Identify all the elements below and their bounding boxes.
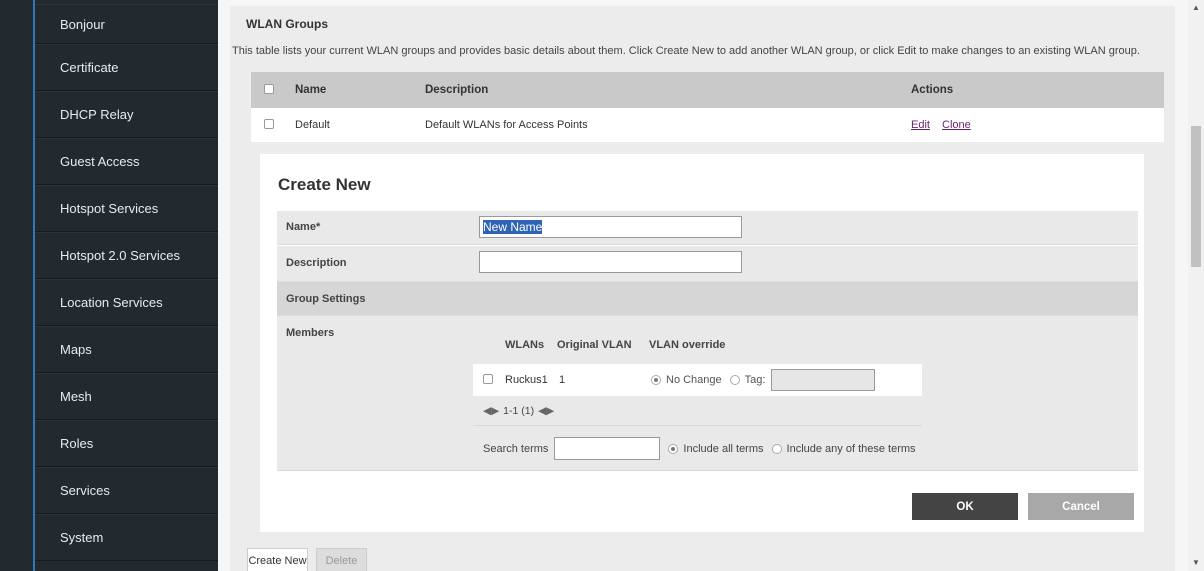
section-title: WLAN Groups (246, 17, 328, 31)
select-all-checkbox[interactable] (264, 83, 274, 94)
column-header-actions: Actions (911, 84, 954, 96)
column-header-description[interactable]: Description (425, 84, 911, 96)
name-label: Name* (286, 221, 321, 233)
sidebar-item-hotspot-services[interactable]: Hotspot Services (35, 185, 218, 232)
table-row: Default Default WLANs for Access Points … (251, 108, 1164, 142)
table-row: Ruckus1 1 No Change Tag: (473, 364, 922, 396)
include-all-label: Include all terms (683, 442, 764, 455)
original-vlan: 1 (559, 374, 566, 386)
search-terms-label: Search terms (483, 442, 549, 455)
group-settings-label: Group Settings (286, 293, 366, 305)
form-title: Create New (278, 175, 371, 194)
tag-radio[interactable] (729, 375, 740, 385)
row-name: Default (295, 119, 330, 131)
members-table-header: WLANs Original VLAN VLAN override (473, 326, 922, 364)
section-description: This table lists your current WLAN group… (232, 45, 1140, 57)
wlan-groups-panel: WLAN Groups This table lists your curren… (230, 6, 1175, 571)
members-table: WLANs Original VLAN VLAN override Ruckus… (473, 326, 922, 471)
sidebar-item-mesh[interactable]: Mesh (35, 373, 218, 420)
scroll-up-icon[interactable]: ▲ (1192, 4, 1200, 12)
clone-link[interactable]: Clone (942, 119, 971, 131)
ok-button[interactable]: OK (912, 493, 1018, 520)
sidebar-item-dhcp-relay[interactable]: DHCP Relay (35, 91, 218, 138)
wlan-groups-table: Name Description Actions Default Default… (251, 72, 1164, 142)
no-change-label: No Change (666, 374, 722, 386)
row-actions: Edit Clone (911, 119, 1164, 131)
description-row: Description (277, 246, 1138, 282)
row-checkbox[interactable] (264, 118, 274, 129)
wlan-checkbox[interactable] (483, 373, 493, 384)
column-header-vlan-override: VLAN override (649, 339, 726, 351)
sidebar: Bonjour Certificate DHCP Relay Guest Acc… (0, 0, 218, 571)
sidebar-menu: Bonjour Certificate DHCP Relay Guest Acc… (35, 0, 218, 561)
main-content: WLAN Groups This table lists your curren… (218, 0, 1188, 571)
search-terms-input[interactable] (554, 437, 661, 460)
members-label: Members (286, 327, 335, 339)
description-label: Description (286, 257, 347, 269)
pager-text: 1-1 (1) (503, 404, 535, 417)
include-all-radio[interactable] (668, 443, 679, 454)
members-pager: ◀▶ 1-1 (1) ◀▶ (473, 396, 922, 426)
name-input[interactable]: New Name (479, 216, 742, 238)
include-any-label: Include any of these terms (786, 442, 916, 455)
vertical-scrollbar[interactable]: ▲ ▼ (1188, 0, 1204, 571)
scroll-down-icon[interactable]: ▼ (1192, 559, 1200, 567)
sidebar-item-system[interactable]: System (35, 514, 218, 561)
create-new-button[interactable]: Create New (247, 548, 308, 571)
tag-input[interactable] (771, 369, 876, 391)
edit-link[interactable]: Edit (911, 119, 930, 131)
wlan-name: Ruckus1 (505, 374, 548, 386)
table-header: Name Description Actions (251, 72, 1164, 108)
sidebar-item-location-services[interactable]: Location Services (35, 279, 218, 326)
sidebar-item-hotspot-2-services[interactable]: Hotspot 2.0 Services (35, 232, 218, 279)
row-description: Default WLANs for Access Points (425, 119, 588, 131)
sidebar-item-guest-access[interactable]: Guest Access (35, 138, 218, 185)
create-new-form: Create New Name* New Name Description Gr… (260, 154, 1144, 532)
tag-label: Tag: (744, 374, 766, 386)
sidebar-item-bonjour[interactable]: Bonjour (35, 4, 218, 44)
sidebar-item-maps[interactable]: Maps (35, 326, 218, 373)
name-input-value: New Name (483, 220, 543, 234)
column-header-original-vlan: Original VLAN (557, 339, 632, 351)
members-row: Members WLANs Original VLAN VLAN overrid… (277, 316, 1138, 471)
include-any-radio[interactable] (771, 443, 782, 454)
no-change-radio[interactable] (651, 375, 661, 385)
sidebar-item-roles[interactable]: Roles (35, 420, 218, 467)
vlan-override-controls: No Change Tag: (651, 369, 876, 391)
sidebar-item-certificate[interactable]: Certificate (35, 44, 218, 91)
column-header-name[interactable]: Name (285, 84, 425, 96)
delete-button[interactable]: Delete (316, 548, 367, 571)
name-row: Name* New Name (277, 211, 1138, 245)
column-header-wlans: WLANs (505, 339, 545, 351)
pager-prev-icon[interactable]: ◀▶ (483, 405, 499, 417)
cancel-button[interactable]: Cancel (1028, 493, 1134, 520)
description-input[interactable] (479, 251, 742, 273)
scrollbar-thumb[interactable] (1191, 126, 1201, 267)
search-row: Search terms Include all terms Include a… (473, 426, 922, 471)
group-settings-row: Group Settings (277, 282, 1138, 316)
pager-next-icon[interactable]: ◀▶ (538, 405, 554, 417)
sidebar-item-services[interactable]: Services (35, 467, 218, 514)
